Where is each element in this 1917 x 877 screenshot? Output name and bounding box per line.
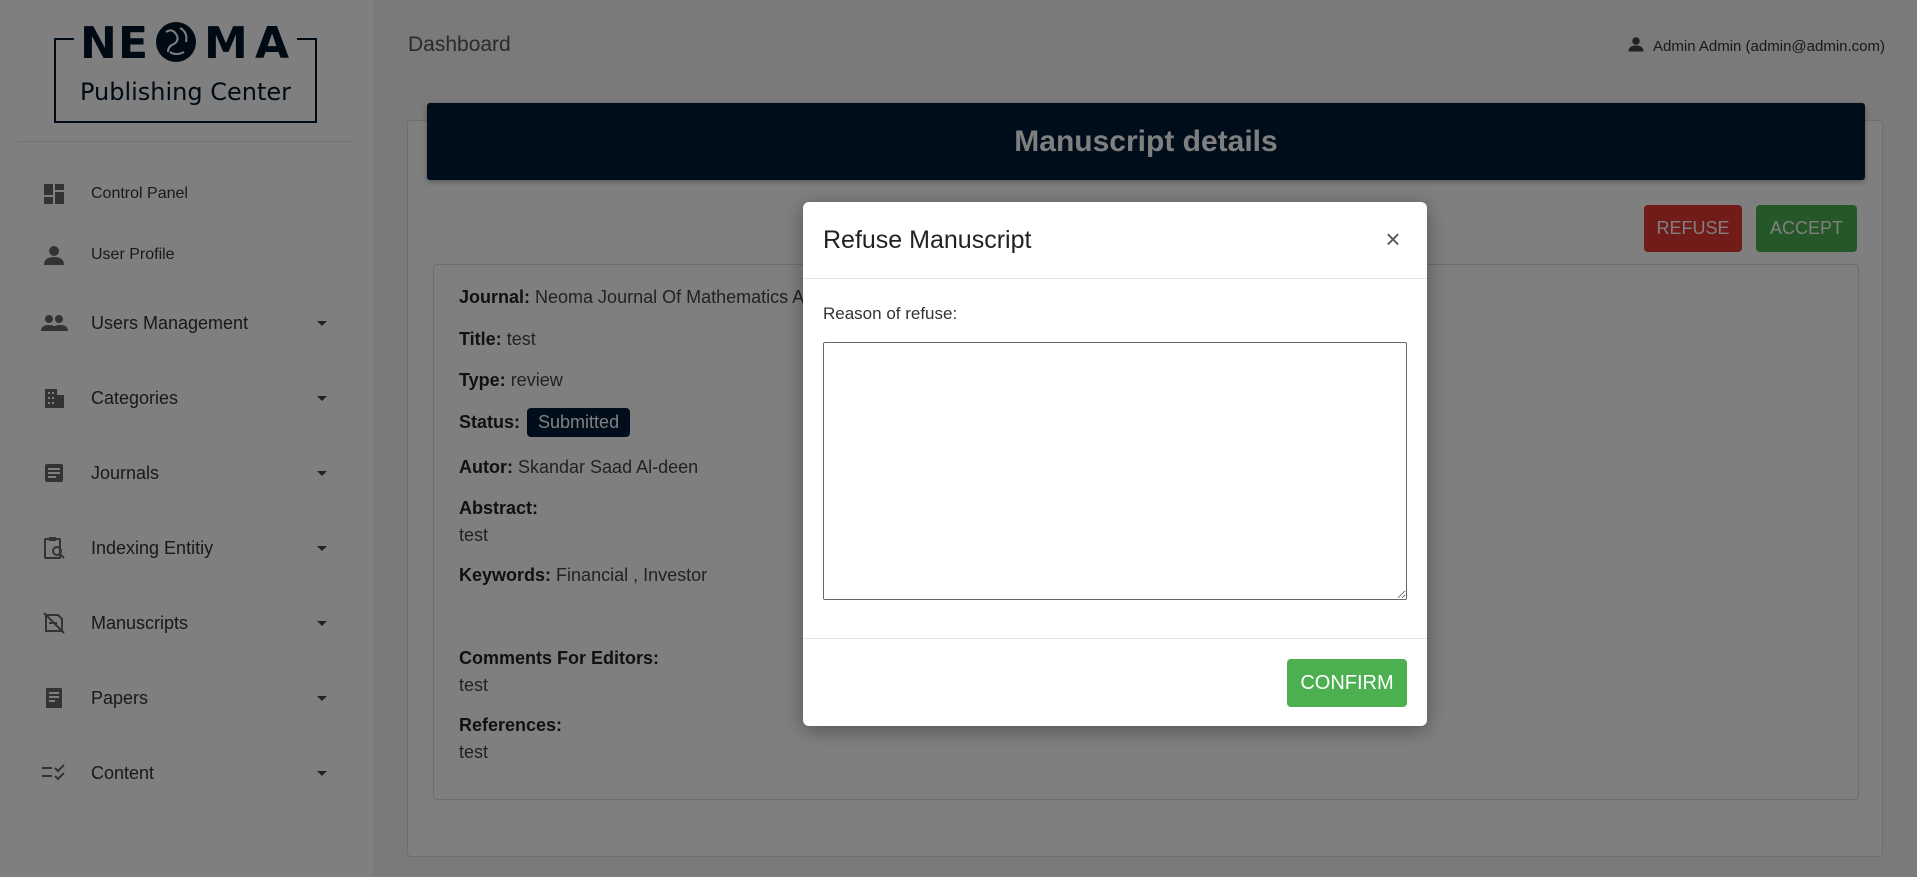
confirm-button[interactable]: CONFIRM — [1287, 659, 1407, 707]
modal-divider — [803, 278, 1427, 279]
reason-label: Reason of refuse: — [823, 304, 958, 323]
modal-divider — [803, 638, 1427, 639]
modal-title: Refuse Manuscript — [823, 226, 1032, 254]
refuse-modal: Refuse Manuscript × Reason of refuse: CO… — [803, 202, 1427, 726]
close-icon[interactable]: × — [1381, 226, 1405, 252]
reason-textarea[interactable] — [823, 342, 1407, 600]
